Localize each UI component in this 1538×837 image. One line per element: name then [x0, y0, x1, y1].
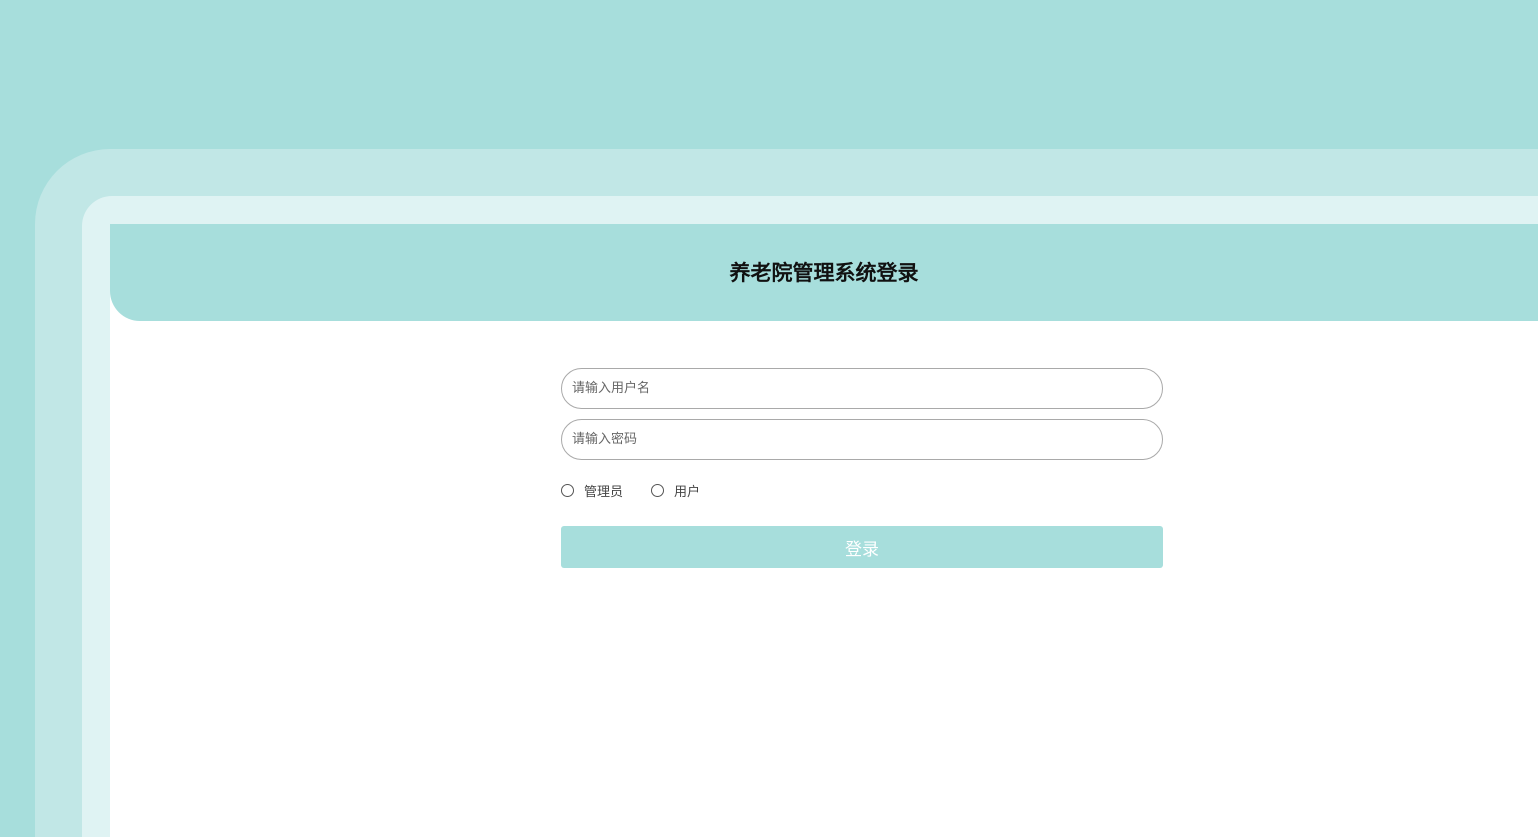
- role-selector: 管理员 用户: [561, 480, 1163, 500]
- login-header: 养老院管理系统登录: [110, 224, 1538, 321]
- role-option-admin[interactable]: 管理员: [561, 481, 623, 500]
- username-input[interactable]: [561, 368, 1163, 409]
- page-title: 养老院管理系统登录: [729, 260, 919, 285]
- login-form: 管理员 用户 登录: [561, 368, 1163, 568]
- role-option-user[interactable]: 用户: [651, 481, 700, 500]
- role-label-admin: 管理员: [584, 484, 624, 500]
- login-panel: 养老院管理系统登录 管理员 用户 登录: [110, 224, 1538, 837]
- role-label-user: 用户: [674, 484, 701, 500]
- radio-user[interactable]: [651, 483, 665, 497]
- password-input[interactable]: [561, 419, 1163, 460]
- login-button-label: 登录: [845, 539, 879, 560]
- radio-admin[interactable]: [561, 483, 574, 497]
- login-button[interactable]: 登录: [561, 526, 1163, 568]
